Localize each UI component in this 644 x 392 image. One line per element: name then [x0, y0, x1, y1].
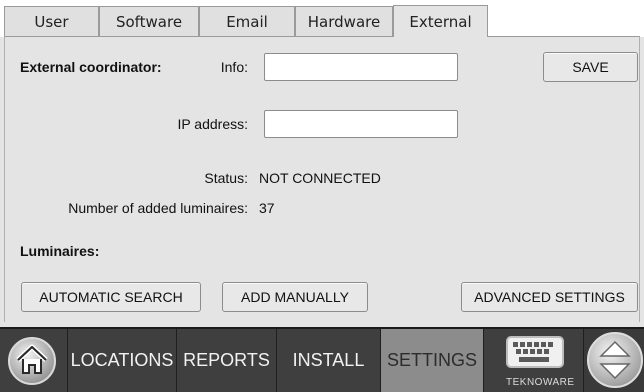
info-input[interactable]: [264, 53, 458, 81]
status-label: Status:: [204, 170, 248, 186]
tab-external[interactable]: External: [393, 5, 488, 37]
nav-install[interactable]: INSTALL: [277, 329, 381, 392]
nav-settings[interactable]: SETTINGS: [381, 329, 484, 392]
brand-logo: TEKNOWARE: [506, 377, 575, 388]
tab-user[interactable]: User: [4, 6, 99, 37]
tab-bar: User Software Email Hardware External: [0, 0, 644, 37]
ip-address-input[interactable]: [264, 110, 458, 138]
luminaire-count-value: 37: [259, 200, 275, 216]
save-button[interactable]: SAVE: [543, 52, 638, 82]
nav-reports[interactable]: REPORTS: [177, 329, 277, 392]
tab-hardware[interactable]: Hardware: [295, 6, 393, 37]
bottom-navigation: LOCATIONS REPORTS INSTALL SETTINGS TEKNO…: [0, 327, 644, 392]
info-label: Info:: [220, 59, 248, 75]
up-down-arrows-icon: [599, 340, 631, 380]
keyboard-icon: [506, 336, 564, 368]
automatic-search-button[interactable]: AUTOMATIC SEARCH: [21, 282, 201, 312]
external-coordinator-title: External coordinator:: [20, 59, 162, 75]
add-manually-button[interactable]: ADD MANUALLY: [222, 282, 368, 312]
status-value: NOT CONNECTED: [259, 170, 381, 186]
scroll-up-down-button[interactable]: [587, 332, 643, 388]
luminaires-title: Luminaires:: [20, 243, 100, 259]
ip-address-label: IP address:: [177, 116, 248, 132]
tab-software[interactable]: Software: [99, 6, 199, 37]
nav-locations[interactable]: LOCATIONS: [68, 329, 177, 392]
luminaire-count-label: Number of added luminaires:: [68, 200, 248, 216]
home-icon: [16, 344, 48, 374]
advanced-settings-button[interactable]: ADVANCED SETTINGS: [461, 282, 638, 312]
tab-email[interactable]: Email: [199, 6, 295, 37]
home-button[interactable]: [0, 329, 68, 392]
